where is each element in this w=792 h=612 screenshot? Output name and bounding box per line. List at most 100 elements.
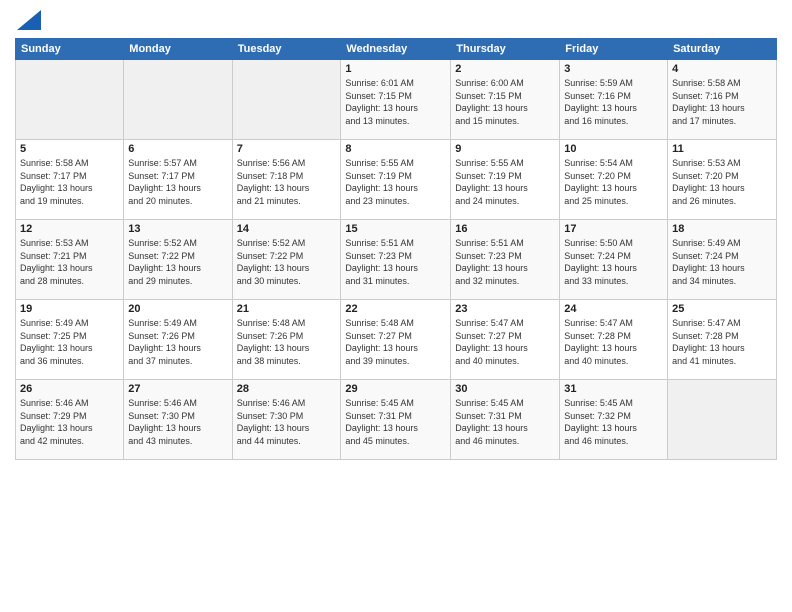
day-cell [16, 60, 124, 140]
calendar-page: SundayMondayTuesdayWednesdayThursdayFrid… [0, 0, 792, 612]
day-cell: 12 Sunrise: 5:53 AM Sunset: 7:21 PM Dayli… [16, 220, 124, 300]
day-number: 22 [345, 303, 446, 315]
day-cell: 17 Sunrise: 5:50 AM Sunset: 7:24 PM Dayli… [560, 220, 668, 300]
day-cell: 1Sunrise: 6:01 AM Sunset: 7:15 PM Daylig… [341, 60, 451, 140]
day-cell [124, 60, 232, 140]
day-number: 26 [20, 383, 119, 395]
day-number: 14 [237, 223, 337, 235]
day-number: 15 [345, 223, 446, 235]
week-row-2: 5 Sunrise: 5:58 AM Sunset: 7:17 PM Daylig… [16, 140, 777, 220]
day-cell: 8 Sunrise: 5:55 AM Sunset: 7:19 PM Daylig… [341, 140, 451, 220]
day-info: Sunrise: 5:57 AM Sunset: 7:17 PM Dayligh… [128, 157, 227, 207]
day-number: 21 [237, 303, 337, 315]
day-cell: 18 Sunrise: 5:49 AM Sunset: 7:24 PM Dayli… [668, 220, 777, 300]
day-info: Sunrise: 5:47 AM Sunset: 7:28 PM Dayligh… [672, 317, 772, 367]
day-info: Sunrise: 5:54 AM Sunset: 7:20 PM Dayligh… [564, 157, 663, 207]
day-cell: 25Sunrise: 5:47 AM Sunset: 7:28 PM Dayli… [668, 300, 777, 380]
day-cell: 22 Sunrise: 5:48 AM Sunset: 7:27 PM Dayli… [341, 300, 451, 380]
day-number: 18 [672, 223, 772, 235]
day-info: Sunrise: 5:51 AM Sunset: 7:23 PM Dayligh… [455, 237, 555, 287]
day-cell: 26 Sunrise: 5:46 AM Sunset: 7:29 PM Dayli… [16, 380, 124, 460]
day-number: 17 [564, 223, 663, 235]
day-number: 12 [20, 223, 119, 235]
day-number: 31 [564, 383, 663, 395]
header-row: SundayMondayTuesdayWednesdayThursdayFrid… [16, 39, 777, 60]
week-row-5: 26 Sunrise: 5:46 AM Sunset: 7:29 PM Dayli… [16, 380, 777, 460]
day-info: Sunrise: 5:51 AM Sunset: 7:23 PM Dayligh… [345, 237, 446, 287]
day-number: 19 [20, 303, 119, 315]
day-cell: 3Sunrise: 5:59 AM Sunset: 7:16 PM Daylig… [560, 60, 668, 140]
week-row-3: 12 Sunrise: 5:53 AM Sunset: 7:21 PM Dayli… [16, 220, 777, 300]
day-info: Sunrise: 5:48 AM Sunset: 7:26 PM Dayligh… [237, 317, 337, 367]
day-info: Sunrise: 5:45 AM Sunset: 7:31 PM Dayligh… [345, 397, 446, 447]
day-number: 11 [672, 143, 772, 155]
day-info: Sunrise: 5:49 AM Sunset: 7:24 PM Dayligh… [672, 237, 772, 287]
day-info: Sunrise: 5:49 AM Sunset: 7:25 PM Dayligh… [20, 317, 119, 367]
column-header-monday: Monday [124, 39, 232, 60]
column-header-wednesday: Wednesday [341, 39, 451, 60]
column-header-saturday: Saturday [668, 39, 777, 60]
day-info: Sunrise: 5:56 AM Sunset: 7:18 PM Dayligh… [237, 157, 337, 207]
day-info: Sunrise: 5:53 AM Sunset: 7:20 PM Dayligh… [672, 157, 772, 207]
day-info: Sunrise: 5:47 AM Sunset: 7:27 PM Dayligh… [455, 317, 555, 367]
column-header-tuesday: Tuesday [232, 39, 341, 60]
day-cell: 14 Sunrise: 5:52 AM Sunset: 7:22 PM Dayli… [232, 220, 341, 300]
day-cell: 29 Sunrise: 5:45 AM Sunset: 7:31 PM Dayli… [341, 380, 451, 460]
day-number: 5 [20, 143, 119, 155]
day-info: Sunrise: 5:45 AM Sunset: 7:32 PM Dayligh… [564, 397, 663, 447]
logo [15, 10, 41, 30]
day-info: Sunrise: 5:47 AM Sunset: 7:28 PM Dayligh… [564, 317, 663, 367]
day-number: 29 [345, 383, 446, 395]
day-cell [668, 380, 777, 460]
day-info: Sunrise: 5:49 AM Sunset: 7:26 PM Dayligh… [128, 317, 227, 367]
day-number: 20 [128, 303, 227, 315]
day-info: Sunrise: 5:46 AM Sunset: 7:29 PM Dayligh… [20, 397, 119, 447]
day-info: Sunrise: 5:52 AM Sunset: 7:22 PM Dayligh… [128, 237, 227, 287]
day-number: 27 [128, 383, 227, 395]
day-cell: 30 Sunrise: 5:45 AM Sunset: 7:31 PM Dayli… [451, 380, 560, 460]
day-info: Sunrise: 5:48 AM Sunset: 7:27 PM Dayligh… [345, 317, 446, 367]
day-number: 6 [128, 143, 227, 155]
week-row-4: 19 Sunrise: 5:49 AM Sunset: 7:25 PM Dayli… [16, 300, 777, 380]
day-cell: 31 Sunrise: 5:45 AM Sunset: 7:32 PM Dayli… [560, 380, 668, 460]
day-number: 16 [455, 223, 555, 235]
day-number: 3 [564, 63, 663, 75]
day-number: 13 [128, 223, 227, 235]
day-number: 30 [455, 383, 555, 395]
day-info: Sunrise: 5:52 AM Sunset: 7:22 PM Dayligh… [237, 237, 337, 287]
day-cell: 9 Sunrise: 5:55 AM Sunset: 7:19 PM Daylig… [451, 140, 560, 220]
day-number: 9 [455, 143, 555, 155]
day-cell: 19 Sunrise: 5:49 AM Sunset: 7:25 PM Dayli… [16, 300, 124, 380]
day-info: Sunrise: 5:46 AM Sunset: 7:30 PM Dayligh… [128, 397, 227, 447]
day-info: Sunrise: 5:53 AM Sunset: 7:21 PM Dayligh… [20, 237, 119, 287]
day-info: Sunrise: 6:00 AM Sunset: 7:15 PM Dayligh… [455, 77, 555, 127]
day-cell: 28Sunrise: 5:46 AM Sunset: 7:30 PM Dayli… [232, 380, 341, 460]
calendar-table: SundayMondayTuesdayWednesdayThursdayFrid… [15, 38, 777, 460]
day-cell: 15 Sunrise: 5:51 AM Sunset: 7:23 PM Dayli… [341, 220, 451, 300]
day-number: 7 [237, 143, 337, 155]
day-number: 28 [237, 383, 337, 395]
day-info: Sunrise: 5:45 AM Sunset: 7:31 PM Dayligh… [455, 397, 555, 447]
column-header-thursday: Thursday [451, 39, 560, 60]
day-info: Sunrise: 5:55 AM Sunset: 7:19 PM Dayligh… [455, 157, 555, 207]
day-info: Sunrise: 5:55 AM Sunset: 7:19 PM Dayligh… [345, 157, 446, 207]
week-row-1: 1Sunrise: 6:01 AM Sunset: 7:15 PM Daylig… [16, 60, 777, 140]
day-cell: 23Sunrise: 5:47 AM Sunset: 7:27 PM Dayli… [451, 300, 560, 380]
column-header-sunday: Sunday [16, 39, 124, 60]
day-info: Sunrise: 5:58 AM Sunset: 7:16 PM Dayligh… [672, 77, 772, 127]
day-cell [232, 60, 341, 140]
day-info: Sunrise: 5:58 AM Sunset: 7:17 PM Dayligh… [20, 157, 119, 207]
day-cell: 20 Sunrise: 5:49 AM Sunset: 7:26 PM Dayli… [124, 300, 232, 380]
day-number: 1 [345, 63, 446, 75]
day-cell: 6 Sunrise: 5:57 AM Sunset: 7:17 PM Daylig… [124, 140, 232, 220]
day-number: 8 [345, 143, 446, 155]
calendar-body: 1Sunrise: 6:01 AM Sunset: 7:15 PM Daylig… [16, 60, 777, 460]
day-cell: 7 Sunrise: 5:56 AM Sunset: 7:18 PM Daylig… [232, 140, 341, 220]
day-cell: 11 Sunrise: 5:53 AM Sunset: 7:20 PM Dayli… [668, 140, 777, 220]
day-cell: 21 Sunrise: 5:48 AM Sunset: 7:26 PM Dayli… [232, 300, 341, 380]
day-info: Sunrise: 5:50 AM Sunset: 7:24 PM Dayligh… [564, 237, 663, 287]
day-cell: 16 Sunrise: 5:51 AM Sunset: 7:23 PM Dayli… [451, 220, 560, 300]
logo-icon [17, 10, 41, 30]
day-number: 24 [564, 303, 663, 315]
day-cell: 24 Sunrise: 5:47 AM Sunset: 7:28 PM Dayli… [560, 300, 668, 380]
